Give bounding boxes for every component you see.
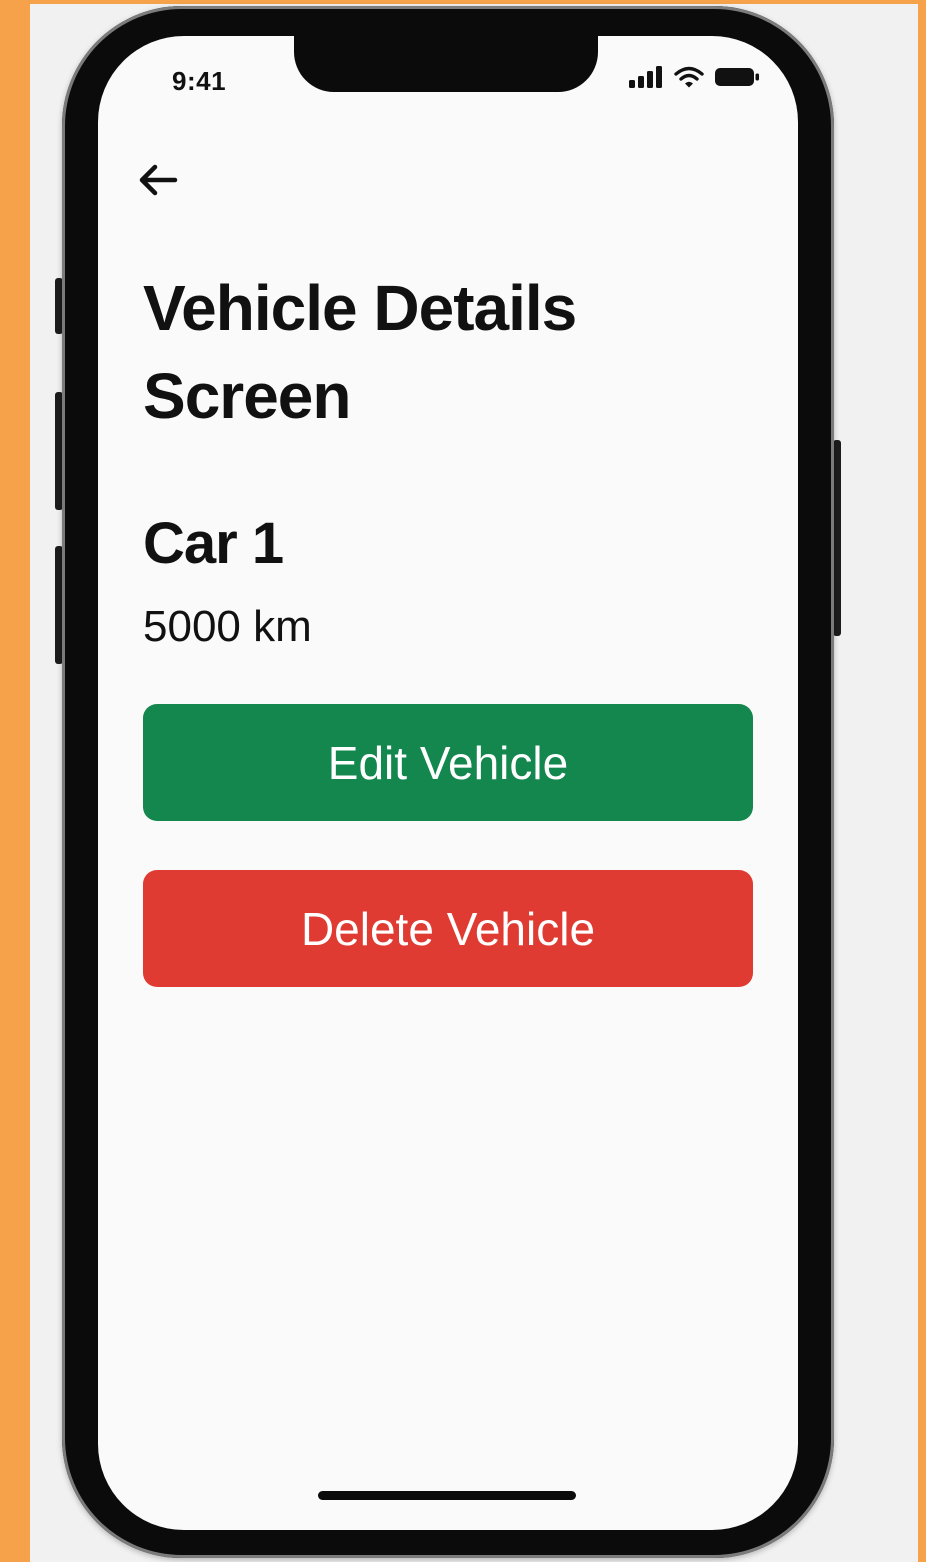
wifi-icon [674, 66, 704, 88]
edit-vehicle-button[interactable]: Edit Vehicle [143, 704, 753, 821]
vehicle-name: Car 1 [143, 511, 284, 576]
page: 9:41 Vehicle Details Screen Car 1 5000 k… [0, 0, 926, 1562]
page-title: Vehicle Details Screen [143, 272, 577, 432]
power-button [833, 440, 841, 636]
status-icons [628, 66, 760, 88]
back-button[interactable] [134, 156, 182, 204]
status-time: 9:41 [172, 66, 227, 96]
signal-icon [629, 66, 662, 88]
notch [294, 36, 598, 92]
delete-vehicle-button[interactable]: Delete Vehicle [143, 870, 753, 987]
phone-screen: 9:41 Vehicle Details Screen Car 1 5000 k… [98, 36, 798, 1530]
vehicle-mileage: 5000 km [143, 602, 312, 651]
battery-icon [715, 68, 759, 86]
arrow-left-icon [139, 164, 178, 196]
home-indicator[interactable] [318, 1491, 576, 1500]
